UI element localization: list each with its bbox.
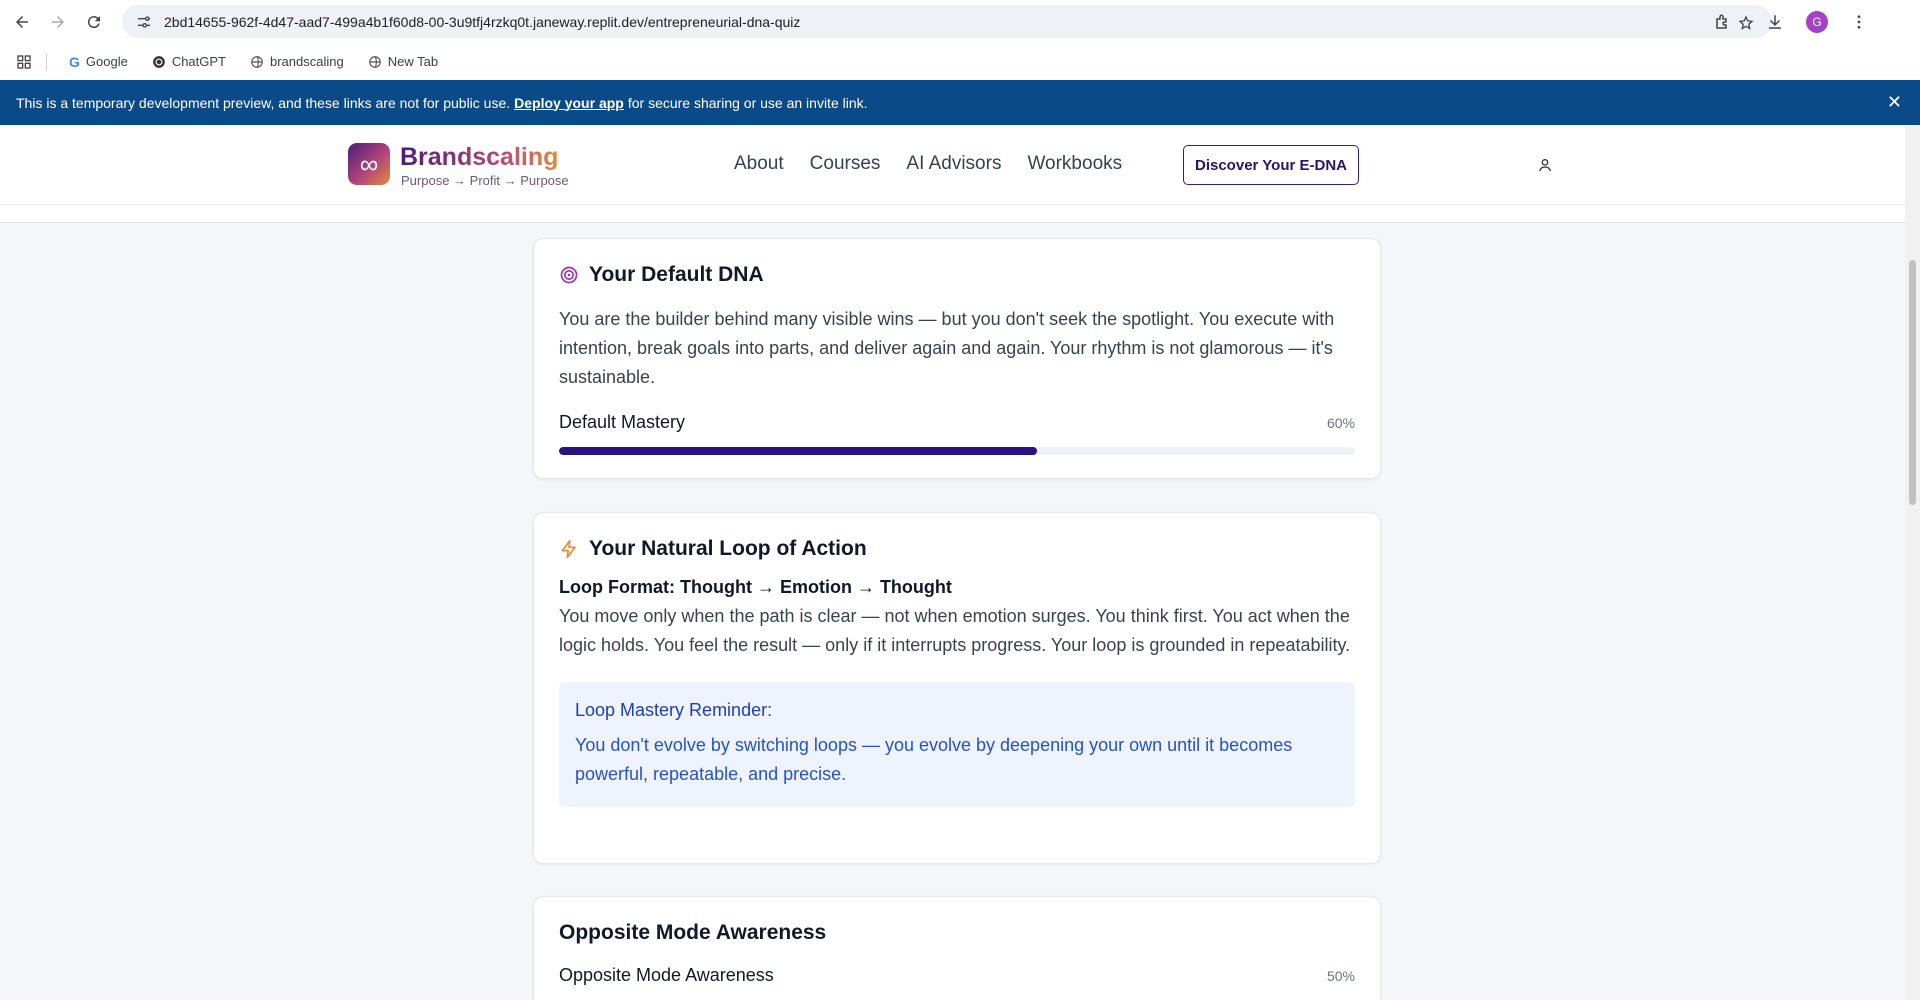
page-scrollbar[interactable] (1905, 125, 1920, 1000)
bookmark-new-tab[interactable]: New Tab (360, 50, 446, 73)
loop-mastery-reminder: Loop Mastery Reminder: You don't evolve … (559, 682, 1355, 807)
download-icon (1769, 14, 1781, 29)
default-dna-card: Your Default DNA You are the builder beh… (533, 238, 1381, 479)
downloads-button[interactable] (1754, 4, 1796, 40)
opposite-mode-title: Opposite Mode Awareness (559, 921, 827, 944)
arrow-left-icon (16, 16, 28, 28)
apps-grid-icon[interactable] (16, 54, 32, 70)
loop-format: Loop Format: Thought → Emotion → Thought (559, 577, 952, 597)
arrow-right-icon (52, 16, 64, 28)
nav-ai-advisors[interactable]: AI Advisors (906, 153, 1001, 175)
opposite-mode-card: Opposite Mode Awareness Opposite Mode Aw… (533, 896, 1381, 1000)
browser-toolbar: 2bd14655-962f-4d47-aad7-499a4b1f60d8-00-… (0, 0, 1920, 43)
opposite-mode-heading: Opposite Mode Awareness (559, 921, 1355, 945)
nav-workbooks[interactable]: Workbooks (1027, 153, 1122, 175)
bookmark-chatgpt[interactable]: ChatGPT (144, 50, 234, 73)
natural-loop-title: Your Natural Loop of Action (589, 537, 867, 560)
reminder-text: You don't evolve by switching loops — yo… (575, 735, 1293, 784)
reload-button[interactable] (76, 4, 112, 40)
bookmark-label: ChatGPT (171, 54, 226, 69)
default-mastery-percent: 60% (1326, 414, 1355, 431)
discover-edna-button[interactable]: Discover Your E-DNA (1183, 145, 1359, 185)
globe-icon (368, 55, 381, 68)
opposite-mode-row: Opposite Mode Awareness 50% (559, 965, 1355, 986)
address-bar[interactable]: 2bd14655-962f-4d47-aad7-499a4b1f60d8-00-… (122, 5, 1772, 38)
extensions-button[interactable] (1702, 4, 1744, 40)
main-nav: About Courses AI Advisors Workbooks (734, 153, 1148, 175)
bookmark-google[interactable]: G Google (61, 50, 136, 74)
scrollbar-thumb[interactable] (1909, 260, 1916, 505)
default-mastery-progress-fill (559, 447, 1037, 455)
nav-about[interactable]: About (734, 153, 784, 175)
globe-icon (251, 55, 263, 68)
default-mastery-progress (559, 447, 1355, 455)
default-mastery-row: Default Mastery 60% (559, 412, 1355, 433)
banner-text-after: for secure sharing or use an invite link… (627, 94, 868, 111)
loop-body: You move only when the path is clear — n… (559, 606, 1351, 655)
default-dna-title: Your Default DNA (589, 263, 764, 286)
forward-button[interactable] (40, 4, 76, 40)
bookmarks-bar: G Google ChatGPT brandscaling New Tab (0, 43, 1920, 80)
reminder-title: Loop Mastery Reminder: (575, 700, 773, 720)
bookmark-label: New Tab (387, 54, 439, 69)
bookmark-separator (46, 52, 47, 71)
reload-icon (87, 16, 100, 29)
back-button[interactable] (4, 4, 40, 40)
profile-avatar[interactable]: G (1806, 10, 1828, 33)
browser-actions: G (1702, 0, 1920, 43)
lightning-icon (561, 539, 576, 559)
url-text[interactable]: 2bd14655-962f-4d47-aad7-499a4b1f60d8-00-… (164, 14, 800, 30)
brand-tagline: Purpose → Profit → Purpose (401, 173, 569, 188)
puzzle-icon (1716, 14, 1727, 29)
bookmark-label: Google (85, 54, 128, 69)
close-icon[interactable]: ✕ (1887, 92, 1902, 113)
opposite-mode-label: Opposite Mode Awareness (559, 965, 774, 985)
brand-logo[interactable]: ∞ (348, 143, 390, 185)
google-icon: G (69, 53, 80, 70)
bookmark-label: brandscaling (270, 54, 344, 69)
bookmark-brandscaling[interactable]: brandscaling (242, 50, 352, 73)
chatgpt-icon (152, 55, 165, 68)
user-icon[interactable] (1537, 157, 1553, 173)
header-underlay (0, 205, 1905, 223)
default-mastery-label: Default Mastery (559, 412, 686, 432)
deploy-link[interactable]: Deploy your app (514, 95, 624, 111)
kebab-menu-icon (1857, 14, 1861, 29)
natural-loop-heading: Your Natural Loop of Action (559, 537, 1355, 561)
target-icon (560, 266, 578, 284)
default-dna-body: You are the builder behind many visible … (559, 309, 1335, 387)
natural-loop-card: Your Natural Loop of Action Loop Format:… (533, 512, 1381, 864)
default-dna-heading: Your Default DNA (559, 263, 1355, 287)
dev-preview-banner: This is a temporary development preview,… (0, 80, 1920, 125)
site-header: ∞ Brandscaling Purpose → Profit → Purpos… (0, 125, 1905, 205)
site-settings-icon[interactable] (136, 14, 152, 30)
opposite-mode-percent: 50% (1326, 967, 1355, 984)
brand-name[interactable]: Brandscaling (400, 143, 558, 172)
menu-button[interactable] (1838, 4, 1880, 40)
nav-courses[interactable]: Courses (810, 153, 881, 175)
banner-text-before: This is a temporary development preview,… (16, 94, 511, 111)
